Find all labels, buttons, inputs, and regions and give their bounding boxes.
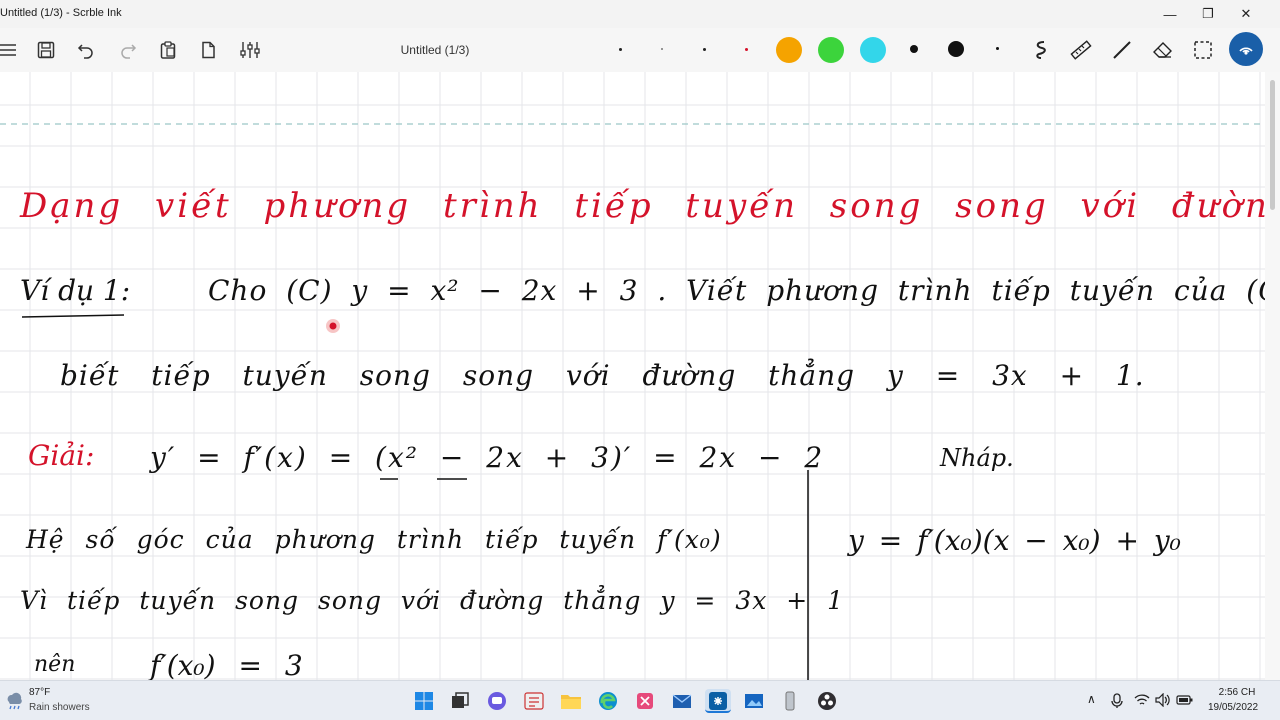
chat-icon <box>488 692 506 710</box>
pen-button[interactable] <box>1108 36 1136 64</box>
title-bar: Untitled (1/3) - Scrble Ink — ❐ ✕ <box>0 0 1280 28</box>
example-line-1: Cho (C) y = x² − 2x + 3 . Viết phương tr… <box>208 274 1265 307</box>
conclusion-equation: f′(x₀) = 3 <box>150 649 303 680</box>
pen-size-2[interactable] <box>661 48 663 50</box>
paste-button[interactable] <box>154 36 182 64</box>
eraser-button[interactable] <box>1149 36 1177 64</box>
draft-label: Nháp. <box>940 444 1014 472</box>
close-icon: ✕ <box>1240 6 1252 21</box>
ink-canvas[interactable]: Dạng viết phương trình tiếp tuyến song s… <box>0 72 1265 680</box>
edge-icon <box>599 692 617 710</box>
select-icon <box>1194 41 1212 59</box>
weather-description: Rain showers <box>29 702 90 713</box>
chat-button[interactable] <box>485 689 509 713</box>
clock-date[interactable]: 19/05/2022 <box>1200 702 1266 713</box>
lasso-icon <box>1036 41 1046 59</box>
lesson-title: Dạng viết phương trình tiếp tuyến song s… <box>20 186 1265 226</box>
ruler-button[interactable] <box>1067 36 1095 64</box>
pen-size-3[interactable] <box>703 48 706 51</box>
save-button[interactable] <box>32 36 60 64</box>
file-explorer-button[interactable] <box>559 689 583 713</box>
pen-color-cyan[interactable] <box>860 37 886 63</box>
minimize-button[interactable]: — <box>1151 0 1189 28</box>
save-icon <box>37 41 55 59</box>
select-button[interactable] <box>1189 36 1217 64</box>
pen-color-black-large[interactable] <box>948 41 964 57</box>
window-title: Untitled (1/3) - Scrble Ink <box>0 7 122 19</box>
widgets-icon <box>524 692 544 710</box>
windows-start-button[interactable] <box>412 689 436 713</box>
scrble-ink-icon <box>709 692 727 710</box>
toolbar: Untitled (1/3) <box>0 28 1280 72</box>
obs-icon <box>818 692 836 710</box>
slope-line: Hệ số góc của phương trình tiếp tuyến f′… <box>26 525 722 554</box>
widgets-button[interactable] <box>522 689 546 713</box>
undo-icon <box>77 44 93 59</box>
device-button[interactable] <box>778 689 802 713</box>
volume-icon[interactable] <box>1155 693 1171 707</box>
menu-button[interactable] <box>0 36 22 64</box>
battery-icon[interactable] <box>1176 693 1194 707</box>
derivative-line: y′ = f′(x) = (x² − 2x + 3)′ = 2x − 2 <box>150 441 825 474</box>
pen-color-black-tiny[interactable] <box>996 47 999 50</box>
microphone-icon[interactable] <box>1110 693 1124 709</box>
scrollbar-thumb[interactable] <box>1270 80 1275 210</box>
file-explorer-icon <box>561 695 581 709</box>
pen-color-orange[interactable] <box>776 37 802 63</box>
device-icon <box>785 691 795 711</box>
obs-button[interactable] <box>815 689 839 713</box>
wifi-icon[interactable] <box>1134 693 1150 707</box>
document-title[interactable]: Untitled (1/3) <box>380 43 490 57</box>
redo-button[interactable] <box>114 36 142 64</box>
settings-sliders-button[interactable] <box>236 36 264 64</box>
paste-icon <box>160 41 176 59</box>
scrble-ink-taskbar-button[interactable] <box>705 689 731 713</box>
new-page-button[interactable] <box>194 36 222 64</box>
minimize-icon: — <box>1163 6 1177 22</box>
lasso-button[interactable] <box>1027 36 1055 64</box>
photos-button[interactable] <box>742 689 766 713</box>
close-button[interactable]: ✕ <box>1227 0 1265 28</box>
snipping-tool-button[interactable] <box>633 689 657 713</box>
clock-time[interactable]: 2:56 CH <box>1212 687 1262 698</box>
ink-mode-icon <box>1239 47 1253 55</box>
task-view-icon <box>452 692 469 708</box>
settings-sliders-icon <box>240 42 260 58</box>
snipping-icon <box>637 693 653 709</box>
taskbar: 87°F Rain showers ∧ 2:56 CH 19/05/2022 <box>0 680 1280 720</box>
pen-size-red[interactable] <box>745 48 748 51</box>
mail-button[interactable] <box>670 689 694 713</box>
tangent-formula: y = f′(x₀)(x − x₀) + y₀ <box>848 524 1181 557</box>
pen-color-black-small[interactable] <box>910 45 918 53</box>
eraser-icon <box>1153 42 1172 58</box>
edge-button[interactable] <box>596 689 620 713</box>
ruler-icon <box>1070 40 1092 60</box>
photos-icon <box>745 694 763 708</box>
windows-start-icon <box>415 692 433 710</box>
conclusion-label: nên <box>34 652 76 677</box>
menu-icon <box>0 44 16 56</box>
maximize-icon: ❐ <box>1202 6 1214 21</box>
rain-cloud-icon <box>7 692 22 710</box>
redo-icon <box>121 44 137 59</box>
ink-mode-button[interactable] <box>1229 32 1263 66</box>
pen-size-1[interactable] <box>619 48 622 51</box>
vertical-scrollbar[interactable] <box>1265 72 1280 680</box>
solution-label: Giải: <box>28 439 95 472</box>
example-line-2: biết tiếp tuyến song song với đường thẳn… <box>60 359 1145 392</box>
maximize-button[interactable]: ❐ <box>1189 0 1227 28</box>
parallel-line: Vì tiếp tuyến song song với đường thẳng … <box>20 586 845 615</box>
pen-color-green[interactable] <box>818 37 844 63</box>
new-page-icon <box>202 41 215 59</box>
weather-temperature: 87°F <box>29 687 51 698</box>
pen-icon <box>1113 41 1131 59</box>
show-hidden-icons-button[interactable]: ∧ <box>1087 692 1096 706</box>
example-label: Ví dụ 1: <box>20 274 131 307</box>
mail-icon <box>672 694 692 708</box>
undo-button[interactable] <box>72 36 100 64</box>
task-view-button[interactable] <box>448 689 472 713</box>
